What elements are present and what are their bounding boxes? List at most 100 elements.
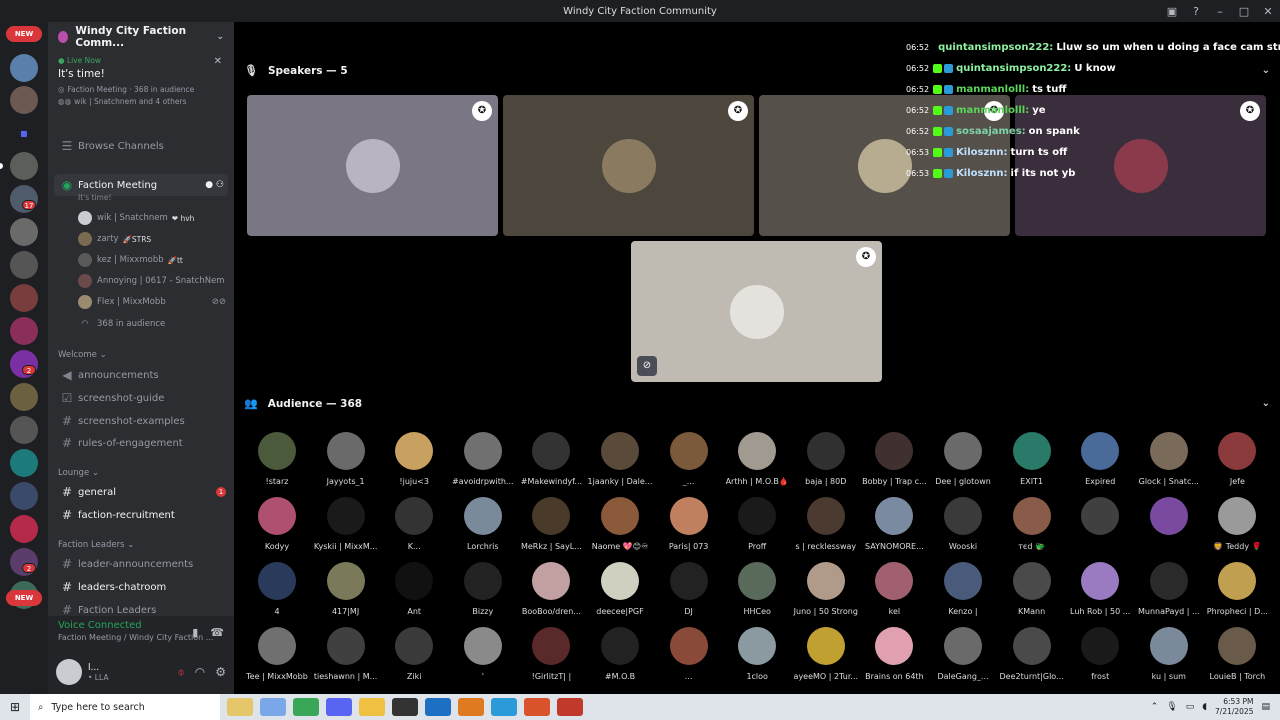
audience-member[interactable]: Kyskii | MixxM... — [311, 497, 381, 559]
audience-member[interactable]: Juno | 50 Strong — [791, 562, 861, 624]
audience-member[interactable]: 417|MJ — [311, 562, 381, 624]
audience-member[interactable]: Paris| 073 — [654, 497, 724, 559]
audience-member[interactable]: ku | sum — [1134, 627, 1204, 689]
audience-member[interactable]: baja | 80D — [791, 432, 861, 494]
stage-member[interactable]: Annoying | 0617 - SnatchNem — [78, 272, 226, 290]
app-icon[interactable] — [557, 698, 583, 716]
audience-member[interactable]: Tee | MixxMobb — [242, 627, 312, 689]
server-icon[interactable] — [10, 449, 38, 477]
server-icon[interactable] — [10, 152, 38, 180]
close-icon[interactable]: ✕ — [214, 56, 222, 67]
audience-member[interactable]: Naome 💖😊♾ — [585, 497, 655, 559]
audience-member[interactable]: Expired — [1065, 432, 1135, 494]
audience-member[interactable]: BooBoo/dren... — [516, 562, 586, 624]
server-icon[interactable] — [10, 284, 38, 312]
volume-icon[interactable]: ◖ — [1202, 702, 1207, 712]
gear-icon[interactable]: ⚙ — [215, 665, 226, 680]
app-icon[interactable] — [491, 698, 517, 716]
channel-screenshot-guide[interactable]: ☑ screenshot-guide — [54, 388, 228, 408]
audience-member[interactable]: KMann — [997, 562, 1067, 624]
server-header[interactable]: Windy City Faction Comm... ⌄ — [48, 22, 234, 52]
folder-icon[interactable]: ▪ — [10, 119, 38, 147]
audience-member[interactable]: !juju<3 — [379, 432, 449, 494]
audience-member[interactable]: SAYNOMORE... — [859, 497, 929, 559]
audience-member[interactable]: #avoidrpwith... — [448, 432, 518, 494]
audience-member[interactable]: ... — [654, 627, 724, 689]
channel-faction-recruitment[interactable]: # faction-recruitment — [54, 505, 228, 525]
audience-member[interactable]: LouieB | Torch — [1202, 627, 1272, 689]
server-icon[interactable] — [10, 317, 38, 345]
microphone-muted-icon[interactable]: ⌽ — [178, 665, 185, 680]
audience-member[interactable]: 1jaanky | Dale... — [585, 432, 655, 494]
help-icon[interactable]: ? — [1184, 5, 1208, 18]
audience-member[interactable]: !GirlitzT| | — [516, 627, 586, 689]
audience-member[interactable] — [1065, 497, 1135, 559]
browse-channels[interactable]: ☰ Browse Channels — [54, 136, 228, 156]
category-faction-leaders[interactable]: Faction Leaders ⌄ — [58, 540, 134, 550]
audience-count[interactable]: ◠ 368 in audience — [78, 315, 226, 333]
channel-general[interactable]: # general 1 — [54, 482, 228, 502]
audience-member[interactable]: !starz — [242, 432, 312, 494]
server-icon[interactable] — [10, 482, 38, 510]
audience-member[interactable]: Brains on 64th — [859, 627, 929, 689]
channel-leaders-chatroom[interactable]: # leaders-chatroom — [54, 577, 228, 597]
audience-member[interactable]: EXIT1 — [997, 432, 1067, 494]
audience-member[interactable]: MeRkz | SayL... — [516, 497, 586, 559]
minimize-button[interactable]: – — [1208, 5, 1232, 18]
discord-icon[interactable] — [326, 698, 352, 716]
live-stage-card[interactable]: ● Live Now It's time! ◎ Faction Meeting … — [48, 52, 234, 106]
speaker-tile[interactable]: ✪ ⊘ — [631, 241, 882, 382]
audience-member[interactable]: Arthh | M.O.B🩸 — [722, 432, 792, 494]
channel-rules-of-engagement[interactable]: # rules-of-engagement — [54, 433, 228, 453]
audience-member[interactable]: tieshawnn | M... — [311, 627, 381, 689]
category-lounge[interactable]: Lounge ⌄ — [58, 468, 99, 478]
audience-member[interactable]: тєd 🐲 — [997, 497, 1067, 559]
audience-member[interactable]: _... — [654, 432, 724, 494]
server-icon[interactable] — [10, 383, 38, 411]
store-icon[interactable] — [425, 698, 451, 716]
app-icon[interactable] — [524, 698, 550, 716]
audience-member[interactable]: Proff — [722, 497, 792, 559]
audience-member[interactable]: Ant — [379, 562, 449, 624]
audience-member[interactable]: Dee2turnt|Glo... — [997, 627, 1067, 689]
stage-member[interactable]: wik | Snatchnem ❤ hvh — [78, 209, 226, 227]
chevron-down-icon[interactable]: ⌄ — [1262, 398, 1270, 409]
windows-start-icon[interactable]: ⊞ — [0, 700, 30, 714]
audience-member[interactable]: #M.O.B — [585, 627, 655, 689]
category-welcome[interactable]: Welcome ⌄ — [58, 350, 107, 360]
server-icon[interactable] — [10, 218, 38, 246]
audience-member[interactable]: MunnaPayd | ... — [1134, 562, 1204, 624]
audience-member[interactable]: K... — [379, 497, 449, 559]
audience-member[interactable]: deecee|PGF — [585, 562, 655, 624]
audience-member[interactable]: Bizzy — [448, 562, 518, 624]
clock[interactable]: 6:53 PM 7/21/2025 — [1215, 697, 1253, 717]
audience-header[interactable]: 👥 Audience — 368 ⌄ — [244, 397, 1270, 410]
audience-member[interactable]: 1cloo — [722, 627, 792, 689]
maximize-button[interactable]: □ — [1232, 5, 1256, 18]
widgets-icon[interactable] — [227, 698, 253, 716]
audience-member[interactable]: 🦁 Teddy 🌹 — [1202, 497, 1272, 559]
audience-member[interactable]: Glock | Snatc... — [1134, 432, 1204, 494]
server-icon[interactable] — [10, 54, 38, 82]
audience-member[interactable]: Kodyy — [242, 497, 312, 559]
audience-member[interactable]: Bobby | Trap c... — [859, 432, 929, 494]
copilot-icon[interactable] — [260, 698, 286, 716]
network-icon[interactable]: ▭ — [1186, 702, 1195, 712]
audience-member[interactable]: Dee | glotown — [928, 432, 998, 494]
audience-member[interactable]: #Makewindyf... — [516, 432, 586, 494]
taskbar-search[interactable]: ⌕ Type here to search — [30, 694, 220, 720]
disconnect-icon[interactable]: ☎ — [210, 626, 224, 639]
close-button[interactable]: ✕ — [1256, 5, 1280, 18]
app-icon[interactable] — [458, 698, 484, 716]
audience-member[interactable]: Lorchris — [448, 497, 518, 559]
server-icon[interactable] — [10, 416, 38, 444]
server-icon[interactable] — [10, 515, 38, 543]
audience-member[interactable]: Jefe — [1202, 432, 1272, 494]
audience-member[interactable]: HHCeo — [722, 562, 792, 624]
signal-icon[interactable]: ▮ — [192, 626, 198, 639]
stage-member[interactable]: kez | Mixxmobb 🚀tt — [78, 251, 226, 269]
audience-member[interactable]: Jayyots_1 — [311, 432, 381, 494]
notifications-icon[interactable]: ▤ — [1261, 702, 1270, 712]
channel-announcements[interactable]: ◀ announcements — [54, 365, 228, 385]
chat-icon[interactable]: ● ⚇ — [205, 180, 224, 190]
